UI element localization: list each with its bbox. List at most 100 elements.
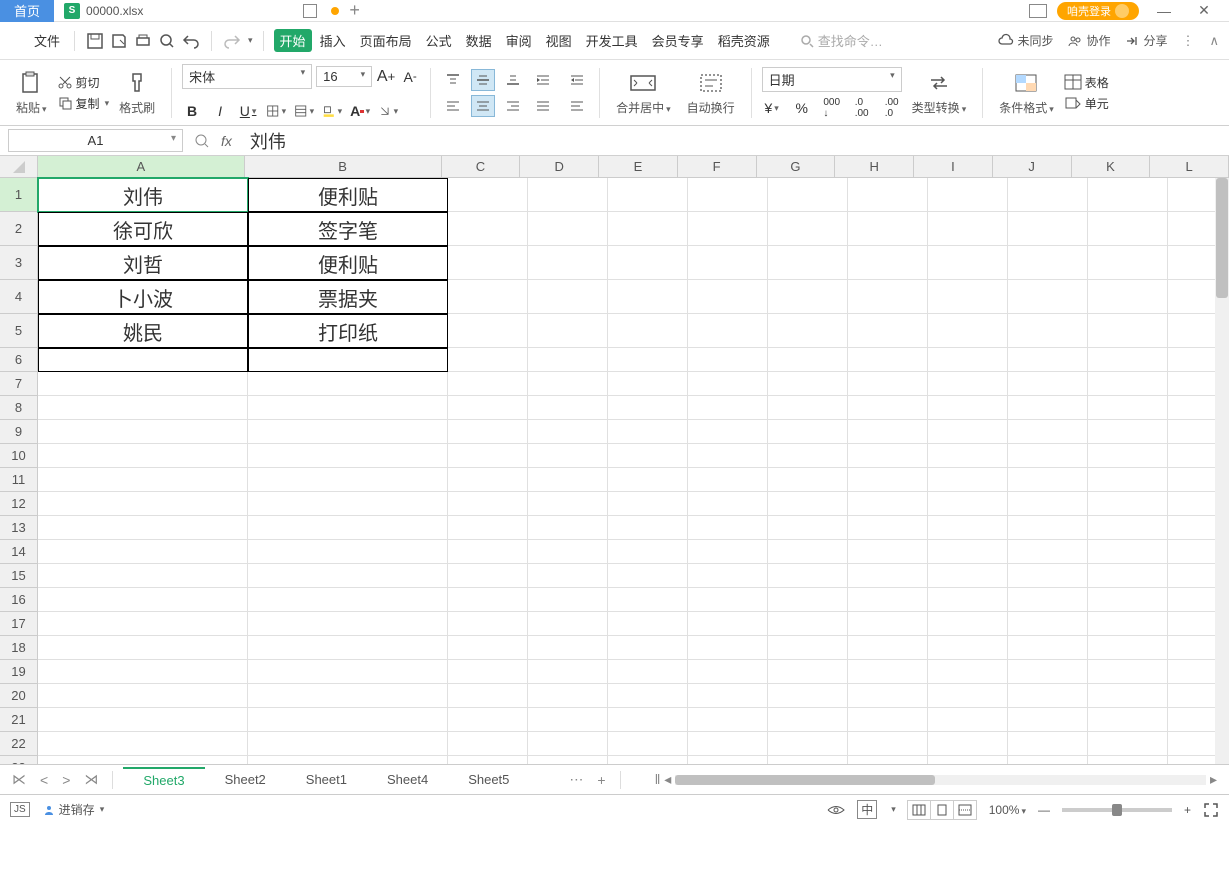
cell-J20[interactable]: [1008, 684, 1088, 708]
cell-D17[interactable]: [528, 612, 608, 636]
cell-F14[interactable]: [688, 540, 768, 564]
cell-I10[interactable]: [928, 444, 1008, 468]
inc-decimal-button[interactable]: .0.00: [852, 98, 872, 118]
cell-F21[interactable]: [688, 708, 768, 732]
window-mini-icon[interactable]: [303, 4, 317, 18]
row-header-1[interactable]: 1: [0, 178, 38, 212]
clear-format-button[interactable]: ▾: [378, 101, 398, 121]
cell-K12[interactable]: [1088, 492, 1168, 516]
row-header-13[interactable]: 13: [0, 516, 38, 540]
orientation-button[interactable]: [565, 95, 589, 117]
italic-button[interactable]: I: [210, 101, 230, 121]
cell-K20[interactable]: [1088, 684, 1168, 708]
cell-G15[interactable]: [768, 564, 848, 588]
cell-C20[interactable]: [448, 684, 528, 708]
cell-F19[interactable]: [688, 660, 768, 684]
cell-E21[interactable]: [608, 708, 688, 732]
cell-D5[interactable]: [528, 314, 608, 348]
cell-J8[interactable]: [1008, 396, 1088, 420]
cell-K21[interactable]: [1088, 708, 1168, 732]
cell-D20[interactable]: [528, 684, 608, 708]
select-all-corner[interactable]: [0, 156, 38, 178]
ribbon-tab-4[interactable]: 数据: [460, 29, 498, 52]
align-center-button[interactable]: [471, 95, 495, 117]
save-icon[interactable]: [85, 31, 105, 51]
cell-H22[interactable]: [848, 732, 928, 756]
cell-J7[interactable]: [1008, 372, 1088, 396]
cell-I19[interactable]: [928, 660, 1008, 684]
cell-C16[interactable]: [448, 588, 528, 612]
zoom-level[interactable]: 100%▾: [989, 803, 1026, 817]
cell-J10[interactable]: [1008, 444, 1088, 468]
cell-D3[interactable]: [528, 246, 608, 280]
cell-E5[interactable]: [608, 314, 688, 348]
fx-icon[interactable]: fx: [221, 133, 232, 149]
cell-J5[interactable]: [1008, 314, 1088, 348]
cell-C1[interactable]: [448, 178, 528, 212]
cell-K9[interactable]: [1088, 420, 1168, 444]
row-header-3[interactable]: 3: [0, 246, 38, 280]
eye-icon[interactable]: [827, 803, 845, 817]
cell-D22[interactable]: [528, 732, 608, 756]
cell-C8[interactable]: [448, 396, 528, 420]
cell-D9[interactable]: [528, 420, 608, 444]
cell-G5[interactable]: [768, 314, 848, 348]
row-header-2[interactable]: 2: [0, 212, 38, 246]
cell-H15[interactable]: [848, 564, 928, 588]
cell-H12[interactable]: [848, 492, 928, 516]
sheet-nav-prev[interactable]: <: [36, 772, 52, 788]
hscroll-right[interactable]: ▸: [1206, 771, 1221, 788]
cell-F9[interactable]: [688, 420, 768, 444]
font-color-button[interactable]: A▾: [350, 101, 370, 121]
cell-B19[interactable]: [248, 660, 448, 684]
row-header-22[interactable]: 22: [0, 732, 38, 756]
cell-I7[interactable]: [928, 372, 1008, 396]
align-left-button[interactable]: [441, 95, 465, 117]
cell-D2[interactable]: [528, 212, 608, 246]
cell-J12[interactable]: [1008, 492, 1088, 516]
cell-K15[interactable]: [1088, 564, 1168, 588]
cell-K8[interactable]: [1088, 396, 1168, 420]
cell-A13[interactable]: [38, 516, 248, 540]
number-format-select[interactable]: 日期▾: [762, 67, 902, 92]
cell-K22[interactable]: [1088, 732, 1168, 756]
scroll-thumb[interactable]: [1216, 178, 1228, 298]
cell-G11[interactable]: [768, 468, 848, 492]
cell-J21[interactable]: [1008, 708, 1088, 732]
indent-inc-button[interactable]: [531, 69, 555, 91]
menu-icon[interactable]: [10, 31, 26, 51]
cell-F23[interactable]: [688, 756, 768, 764]
cell-K6[interactable]: [1088, 348, 1168, 372]
col-header-A[interactable]: A: [38, 156, 245, 178]
cell-C10[interactable]: [448, 444, 528, 468]
align-right-button[interactable]: [501, 95, 525, 117]
col-header-E[interactable]: E: [599, 156, 678, 178]
align-middle-button[interactable]: [471, 69, 495, 91]
cell-F13[interactable]: [688, 516, 768, 540]
cell-K4[interactable]: [1088, 280, 1168, 314]
vertical-scrollbar[interactable]: [1215, 178, 1229, 764]
cell-F16[interactable]: [688, 588, 768, 612]
cell-A22[interactable]: [38, 732, 248, 756]
cell-K10[interactable]: [1088, 444, 1168, 468]
redo-icon[interactable]: [222, 31, 242, 51]
col-header-G[interactable]: G: [757, 156, 836, 178]
cell-G8[interactable]: [768, 396, 848, 420]
home-tab[interactable]: 首页: [0, 0, 54, 22]
cell-H14[interactable]: [848, 540, 928, 564]
sync-status[interactable]: 未同步: [998, 32, 1053, 49]
cell-G1[interactable]: [768, 178, 848, 212]
font-select[interactable]: 宋体▾: [182, 64, 312, 89]
break-view[interactable]: [953, 800, 977, 820]
cell-I20[interactable]: [928, 684, 1008, 708]
cell-D19[interactable]: [528, 660, 608, 684]
js-icon[interactable]: JS: [10, 802, 30, 817]
ribbon-tab-2[interactable]: 页面布局: [354, 29, 418, 52]
cell-D15[interactable]: [528, 564, 608, 588]
cell-I9[interactable]: [928, 420, 1008, 444]
cell-E12[interactable]: [608, 492, 688, 516]
cell-E10[interactable]: [608, 444, 688, 468]
cell-J16[interactable]: [1008, 588, 1088, 612]
cell-A5[interactable]: 姚民: [38, 314, 248, 348]
cell-C13[interactable]: [448, 516, 528, 540]
